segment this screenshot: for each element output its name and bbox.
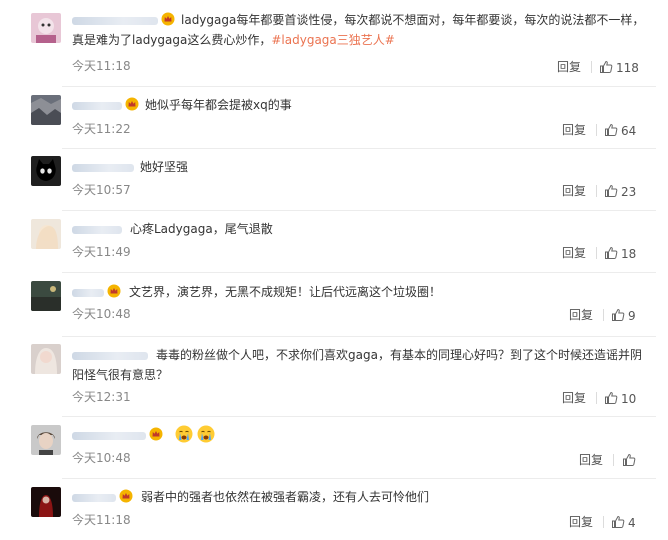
action-divider	[603, 516, 604, 528]
comment-text: 她似乎每年都会提被xq的事	[145, 98, 292, 112]
comment-text: 心疼Ladygaga，尾气退散	[130, 222, 273, 236]
comment-time: 今天12:31	[72, 390, 131, 404]
username[interactable]	[72, 351, 148, 360]
reply-button[interactable]: 回复	[557, 59, 581, 75]
username[interactable]	[72, 101, 122, 110]
comment-item: 她好坚强 今天10:57 回复 23	[0, 148, 668, 210]
topic-tag-link[interactable]: #ladygaga三独艺人#	[271, 33, 394, 47]
crown-badge-icon	[119, 489, 133, 503]
crown-badge-icon	[161, 12, 175, 26]
comment-body: 她似乎每年都会提被xq的事	[72, 95, 652, 115]
thumbs-up-icon[interactable]	[611, 308, 625, 322]
like-count: 4	[628, 516, 636, 530]
reply-button[interactable]: 回复	[569, 514, 593, 530]
thumbs-up-icon[interactable]	[604, 184, 618, 198]
thumbs-up-icon[interactable]	[622, 453, 636, 467]
comment-time: 今天10:48	[72, 307, 131, 321]
reply-button[interactable]: 回复	[562, 122, 586, 138]
comment-text: 毒毒的粉丝做个人吧，不求你们喜欢gaga，有基本的同理心好吗？到了这个时候还造谣…	[72, 348, 642, 382]
comment-item: 毒毒的粉丝做个人吧，不求你们喜欢gaga，有基本的同理心好吗？到了这个时候还造谣…	[0, 336, 668, 416]
comment-body: 弱者中的强者也依然在被强者霸凌，还有人去可怜他们	[72, 487, 652, 507]
avatar[interactable]	[31, 487, 61, 517]
avatar[interactable]	[31, 219, 61, 249]
thumbs-up-icon[interactable]	[599, 60, 613, 74]
thumbs-up-icon[interactable]	[604, 246, 618, 260]
like-count: 10	[621, 392, 637, 406]
action-divider	[596, 392, 597, 404]
crown-badge-icon	[125, 97, 139, 111]
comment-body: 毒毒的粉丝做个人吧，不求你们喜欢gaga，有基本的同理心好吗？到了这个时候还造谣…	[72, 345, 652, 385]
crown-badge-icon	[107, 284, 121, 298]
like-count: 118	[616, 61, 639, 75]
action-divider	[603, 309, 604, 321]
comment-text: 文艺界，演艺界，无黑不成规矩！让后代远离这个垃圾圈！	[129, 285, 442, 299]
comment-item: 她似乎每年都会提被xq的事 今天11:22 回复 64	[0, 86, 668, 148]
comment-time: 今天11:22	[72, 122, 131, 136]
crying-face-emoji	[175, 425, 193, 443]
comment-item: 弱者中的强者也依然在被强者霸凌，还有人去可怜他们 今天11:18 回复 4	[0, 478, 668, 540]
avatar[interactable]	[31, 425, 61, 455]
comment-body: 心疼Ladygaga，尾气退散	[72, 219, 652, 239]
comment-item: 心疼Ladygaga，尾气退散 今天11:49 回复 18	[0, 210, 668, 272]
comment-time: 今天11:49	[72, 245, 131, 259]
like-count: 64	[621, 124, 637, 138]
username[interactable]	[72, 493, 116, 502]
action-divider	[596, 247, 597, 259]
reply-button[interactable]: 回复	[562, 183, 586, 199]
comment-text: 弱者中的强者也依然在被强者霸凌，还有人去可怜他们	[141, 490, 430, 504]
reply-button[interactable]: 回复	[569, 307, 593, 323]
like-count: 9	[628, 309, 636, 323]
comment-time: 今天10:57	[72, 183, 131, 197]
avatar[interactable]	[31, 95, 61, 125]
like-count: 18	[621, 247, 637, 261]
comment-time: 今天11:18	[72, 59, 131, 73]
comment-text: 她好坚强	[140, 160, 189, 174]
comment-item: 今天10:48 回复	[0, 416, 668, 478]
like-count: 23	[621, 185, 637, 199]
action-divider	[591, 61, 592, 73]
avatar[interactable]	[31, 13, 61, 43]
reply-button[interactable]: 回复	[579, 452, 603, 468]
crying-face-emoji	[197, 425, 215, 443]
avatar[interactable]	[31, 281, 61, 311]
comment-item: ladygaga每年都要首谈性侵，每次都说不想面对，每年都要谈，每次的说法都不一…	[0, 0, 668, 80]
action-divider	[613, 454, 614, 466]
action-divider	[596, 185, 597, 197]
crown-badge-icon	[149, 427, 163, 441]
username[interactable]	[72, 288, 104, 297]
comment-body: 她好坚强	[72, 157, 652, 177]
action-divider	[596, 124, 597, 136]
comment-body: ladygaga每年都要首谈性侵，每次都说不想面对，每年都要谈，每次的说法都不一…	[72, 10, 652, 50]
comment-time: 今天10:48	[72, 451, 131, 465]
comment-item: 文艺界，演艺界，无黑不成规矩！让后代远离这个垃圾圈！ 今天10:48 回复 9	[0, 272, 668, 336]
thumbs-up-icon[interactable]	[604, 391, 618, 405]
username[interactable]	[72, 225, 122, 234]
avatar[interactable]	[31, 156, 61, 186]
comment-body	[72, 425, 652, 445]
reply-button[interactable]: 回复	[562, 390, 586, 406]
comment-body: 文艺界，演艺界，无黑不成规矩！让后代远离这个垃圾圈！	[72, 282, 652, 302]
comment-time: 今天11:18	[72, 513, 131, 527]
thumbs-up-icon[interactable]	[611, 515, 625, 529]
username[interactable]	[72, 16, 158, 25]
comment-list: ladygaga每年都要首谈性侵，每次都说不想面对，每年都要谈，每次的说法都不一…	[0, 0, 668, 540]
username[interactable]	[72, 163, 134, 172]
thumbs-up-icon[interactable]	[604, 123, 618, 137]
username[interactable]	[72, 431, 146, 440]
avatar[interactable]	[31, 344, 61, 374]
reply-button[interactable]: 回复	[562, 245, 586, 261]
